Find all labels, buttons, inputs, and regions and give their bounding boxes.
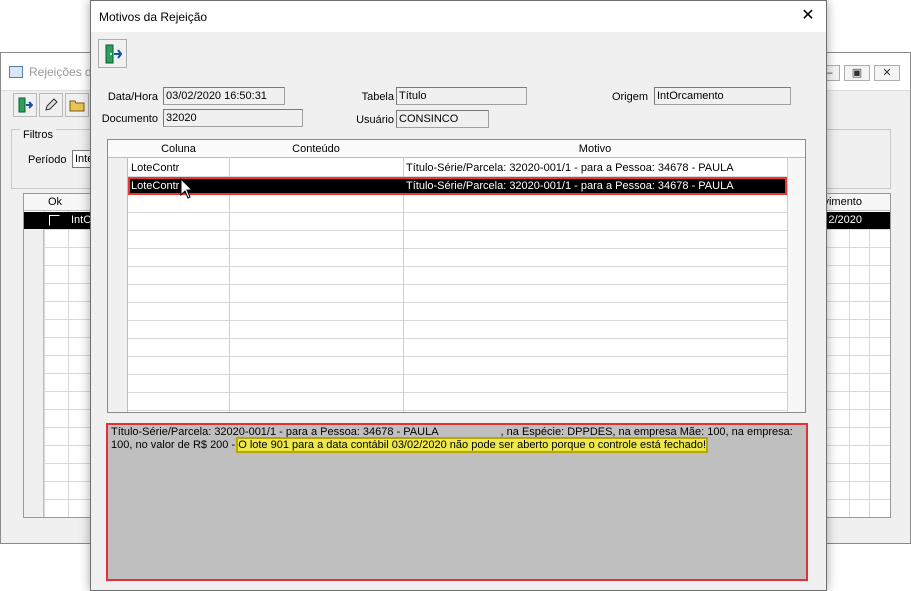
dialog-titlebar: Motivos da Rejeição ✕ <box>91 1 826 32</box>
message-highlight: O lote 901 para a data contábil 03/02/20… <box>236 437 709 453</box>
ok-checkbox[interactable] <box>49 215 60 226</box>
period-label: Período <box>28 154 67 166</box>
pencil-icon <box>45 98 58 111</box>
restore-button[interactable]: ▣ <box>844 65 870 81</box>
background-window-title: Rejeições d <box>29 65 92 79</box>
rejection-message-box[interactable]: Título-Série/Parcela: 32020-001/1 - para… <box>106 423 808 581</box>
reasons-grid-header: Coluna Conteúdo Motivo <box>108 140 805 158</box>
origem-label: Origem <box>611 91 648 103</box>
usuario-label: Usuário <box>356 114 394 126</box>
cell-coluna: LoteContr <box>131 162 180 174</box>
app-icon <box>9 66 23 78</box>
rejection-reasons-dialog: Motivos da Rejeição ✕ Data/Hora 03/02/20… <box>90 0 827 591</box>
cell-motivo: Título-Série/Parcela: 32020-001/1 - para… <box>406 180 734 192</box>
reasons-grid-rows <box>108 159 805 412</box>
row-cell-origin: IntO <box>71 214 92 226</box>
folder-icon <box>69 100 85 112</box>
dialog-title: Motivos da Rejeição <box>99 10 208 24</box>
close-button[interactable]: ✕ <box>874 65 900 81</box>
origem-field: IntOrcamento <box>654 87 791 105</box>
cell-motivo: Título-Série/Parcela: 32020-001/1 - para… <box>406 162 734 174</box>
open-folder-button[interactable] <box>65 93 89 117</box>
dialog-close-icon[interactable]: ✕ <box>798 6 818 26</box>
reasons-grid: Coluna Conteúdo Motivo LoteContr Título-… <box>107 139 806 413</box>
tabela-label: Tabela <box>361 91 394 103</box>
exit-door-icon <box>18 97 33 113</box>
datahora-label: Data/Hora <box>107 91 158 103</box>
column-ok: Ok <box>48 196 63 208</box>
edit-button[interactable] <box>39 93 63 117</box>
usuario-field: CONSINCO <box>396 110 489 128</box>
background-toolbar <box>13 93 89 119</box>
row-cell-vencimento: 2/2020 <box>828 214 862 226</box>
mouse-cursor-icon <box>180 178 194 199</box>
row-indicator-column <box>108 140 128 412</box>
documento-label: Documento <box>101 113 158 125</box>
datahora-field: 03/02/2020 16:50:31 <box>163 87 285 105</box>
column-motivo: Motivo <box>578 143 612 155</box>
column-vencimento: vimento <box>823 196 862 208</box>
exit-button[interactable] <box>13 93 37 117</box>
cell-coluna: LoteContr <box>131 180 180 192</box>
message-part1: Título-Série/Parcela: 32020-001/1 - para… <box>111 426 439 438</box>
table-row-selected[interactable]: LoteContr Título-Série/Parcela: 32020-00… <box>128 177 787 195</box>
column-conteudo: Conteúdo <box>292 143 340 155</box>
column-coluna: Coluna <box>161 143 196 155</box>
dialog-exit-button[interactable] <box>98 39 127 68</box>
row-indicator-column <box>24 212 44 517</box>
tabela-field: Título <box>396 87 527 105</box>
table-row[interactable]: LoteContr Título-Série/Parcela: 32020-00… <box>128 159 787 177</box>
exit-door-icon <box>105 44 122 63</box>
documento-field: 32020 <box>163 109 303 127</box>
grid-filler-column <box>787 140 805 412</box>
filters-legend: Filtros <box>20 129 56 141</box>
